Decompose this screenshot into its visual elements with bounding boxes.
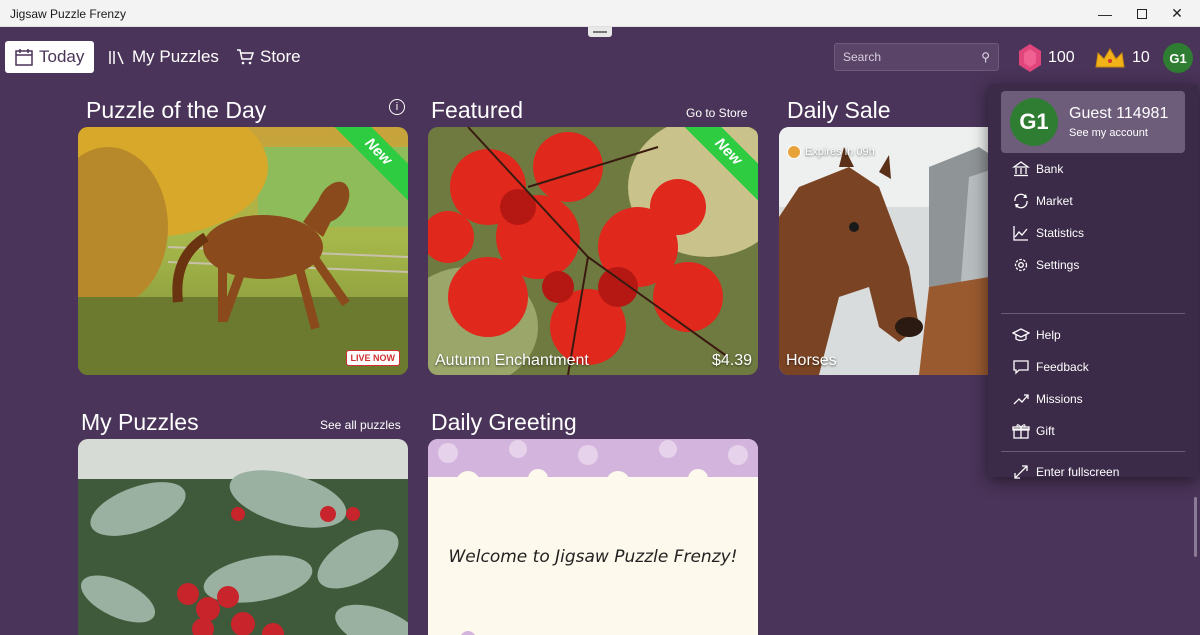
- gem-icon: [1019, 44, 1041, 72]
- nav-today[interactable]: Today: [5, 41, 95, 73]
- menu-item-label: Missions: [1036, 392, 1083, 406]
- daily-sale-title: Daily Sale: [787, 97, 891, 123]
- menu-item-label: Bank: [1036, 162, 1064, 176]
- puzzle-border-image: [428, 439, 758, 635]
- my-puzzle-card[interactable]: [78, 439, 408, 635]
- puzzle-of-the-day-card[interactable]: New LIVE NOW: [78, 127, 408, 375]
- expires-label: Expires in 09h: [805, 146, 875, 158]
- scrollbar[interactable]: [1194, 497, 1197, 557]
- avatar-initials: G1: [1019, 109, 1049, 134]
- info-icon[interactable]: i: [389, 99, 405, 115]
- maximize-icon: [1137, 8, 1147, 19]
- menu-item-label: Help: [1036, 328, 1061, 342]
- account-menu: G1 Guest 114981 See my account Bank Mark…: [988, 84, 1198, 479]
- gear-icon: [1014, 258, 1028, 272]
- chart-icon: [1013, 226, 1028, 241]
- calendar-icon: [15, 49, 33, 66]
- trending-icon: [1013, 394, 1029, 405]
- search-placeholder: Search: [843, 50, 882, 64]
- cart-icon: [237, 49, 254, 65]
- close-icon: ✕: [1171, 5, 1183, 21]
- bank-icon: [1012, 161, 1030, 177]
- app-body: Today My Puzzles Store Search ⚲ 100 10 G…: [0, 27, 1200, 635]
- featured-caption: Autumn Enchantment: [435, 352, 589, 369]
- account-header[interactable]: G1 Guest 114981 See my account: [1001, 91, 1185, 153]
- exchange-icon: [1014, 193, 1028, 209]
- close-button[interactable]: ✕: [1154, 0, 1200, 27]
- gift-icon: [1012, 424, 1030, 439]
- menu-item-label: Gift: [1036, 424, 1055, 438]
- menu-item-fullscreen[interactable]: Enter fullscreen: [1012, 460, 1119, 484]
- nav-my-puzzles[interactable]: My Puzzles: [98, 41, 229, 73]
- clock-icon: [787, 145, 801, 159]
- menu-item-gift[interactable]: Gift: [1012, 419, 1055, 443]
- daily-sale-caption: Horses: [786, 352, 837, 369]
- daily-greeting-card[interactable]: Welcome to Jigsaw Puzzle Frenzy!: [428, 439, 758, 635]
- menu-item-feedback[interactable]: Feedback: [1012, 355, 1089, 379]
- user-avatar-button[interactable]: G1: [1163, 43, 1193, 73]
- expand-icon: [1014, 465, 1028, 479]
- expires-timer: Expires in 09h: [787, 145, 875, 159]
- puzzle-of-the-day-title: Puzzle of the Day: [86, 97, 267, 123]
- search-input[interactable]: Search ⚲: [834, 43, 999, 71]
- menu-item-label: Statistics: [1036, 226, 1085, 240]
- gems-value: 100: [1048, 49, 1075, 66]
- featured-title: Featured: [431, 97, 524, 123]
- maple-leaves-image: [428, 127, 758, 375]
- menu-item-label: Market: [1036, 194, 1073, 208]
- menu-divider: [1001, 451, 1185, 452]
- nav-my-puzzles-label: My Puzzles: [132, 47, 219, 66]
- featured-card[interactable]: New Autumn Enchantment $4.39: [428, 127, 758, 375]
- search-icon: ⚲: [981, 50, 990, 64]
- nav-store-label: Store: [260, 47, 301, 66]
- menu-item-bank[interactable]: Bank: [1012, 157, 1063, 181]
- daily-greeting-title: Daily Greeting: [431, 409, 577, 435]
- title-bar: Jigsaw Puzzle Frenzy — ✕: [0, 0, 1200, 27]
- avatar-initials: G1: [1169, 50, 1187, 66]
- menu-item-missions[interactable]: Missions: [1012, 387, 1083, 411]
- menu-item-label: Settings: [1036, 258, 1080, 272]
- minimize-icon: —: [1098, 5, 1112, 22]
- nav-today-label: Today: [39, 47, 85, 66]
- library-icon: [109, 51, 124, 65]
- go-to-store-link[interactable]: Go to Store: [686, 106, 747, 120]
- menu-divider: [1001, 313, 1185, 314]
- greeting-message: Welcome to Jigsaw Puzzle Frenzy!: [448, 547, 738, 567]
- featured-price: $4.39: [711, 352, 752, 369]
- see-my-account-link[interactable]: See my account: [1069, 127, 1148, 139]
- my-puzzles-title: My Puzzles: [81, 409, 199, 435]
- avatar: G1: [1010, 98, 1058, 146]
- gems-counter[interactable]: 100: [1018, 43, 1075, 73]
- see-all-puzzles-link[interactable]: See all puzzles: [320, 418, 401, 432]
- menu-item-label: Enter fullscreen: [1036, 465, 1120, 479]
- menu-item-help[interactable]: Help: [1012, 323, 1061, 347]
- account-name: Guest 114981: [1069, 105, 1169, 122]
- menu-item-statistics[interactable]: Statistics: [1012, 221, 1084, 245]
- window-title: Jigsaw Puzzle Frenzy: [10, 7, 127, 21]
- crowns-counter[interactable]: 10: [1094, 43, 1150, 73]
- feedback-icon: [1013, 360, 1029, 375]
- nav-store[interactable]: Store: [226, 41, 311, 73]
- menu-item-label: Feedback: [1036, 360, 1089, 374]
- menu-item-market[interactable]: Market: [1012, 189, 1073, 213]
- window-drag-handle[interactable]: [588, 27, 612, 37]
- graduation-cap-icon: [1012, 328, 1030, 342]
- horse-field-image: [78, 127, 408, 375]
- frosted-berries-image: [78, 439, 408, 635]
- live-now-badge: LIVE NOW: [345, 350, 400, 366]
- crowns-value: 10: [1132, 49, 1150, 66]
- crown-icon: [1095, 48, 1125, 68]
- menu-item-settings[interactable]: Settings: [1012, 253, 1079, 277]
